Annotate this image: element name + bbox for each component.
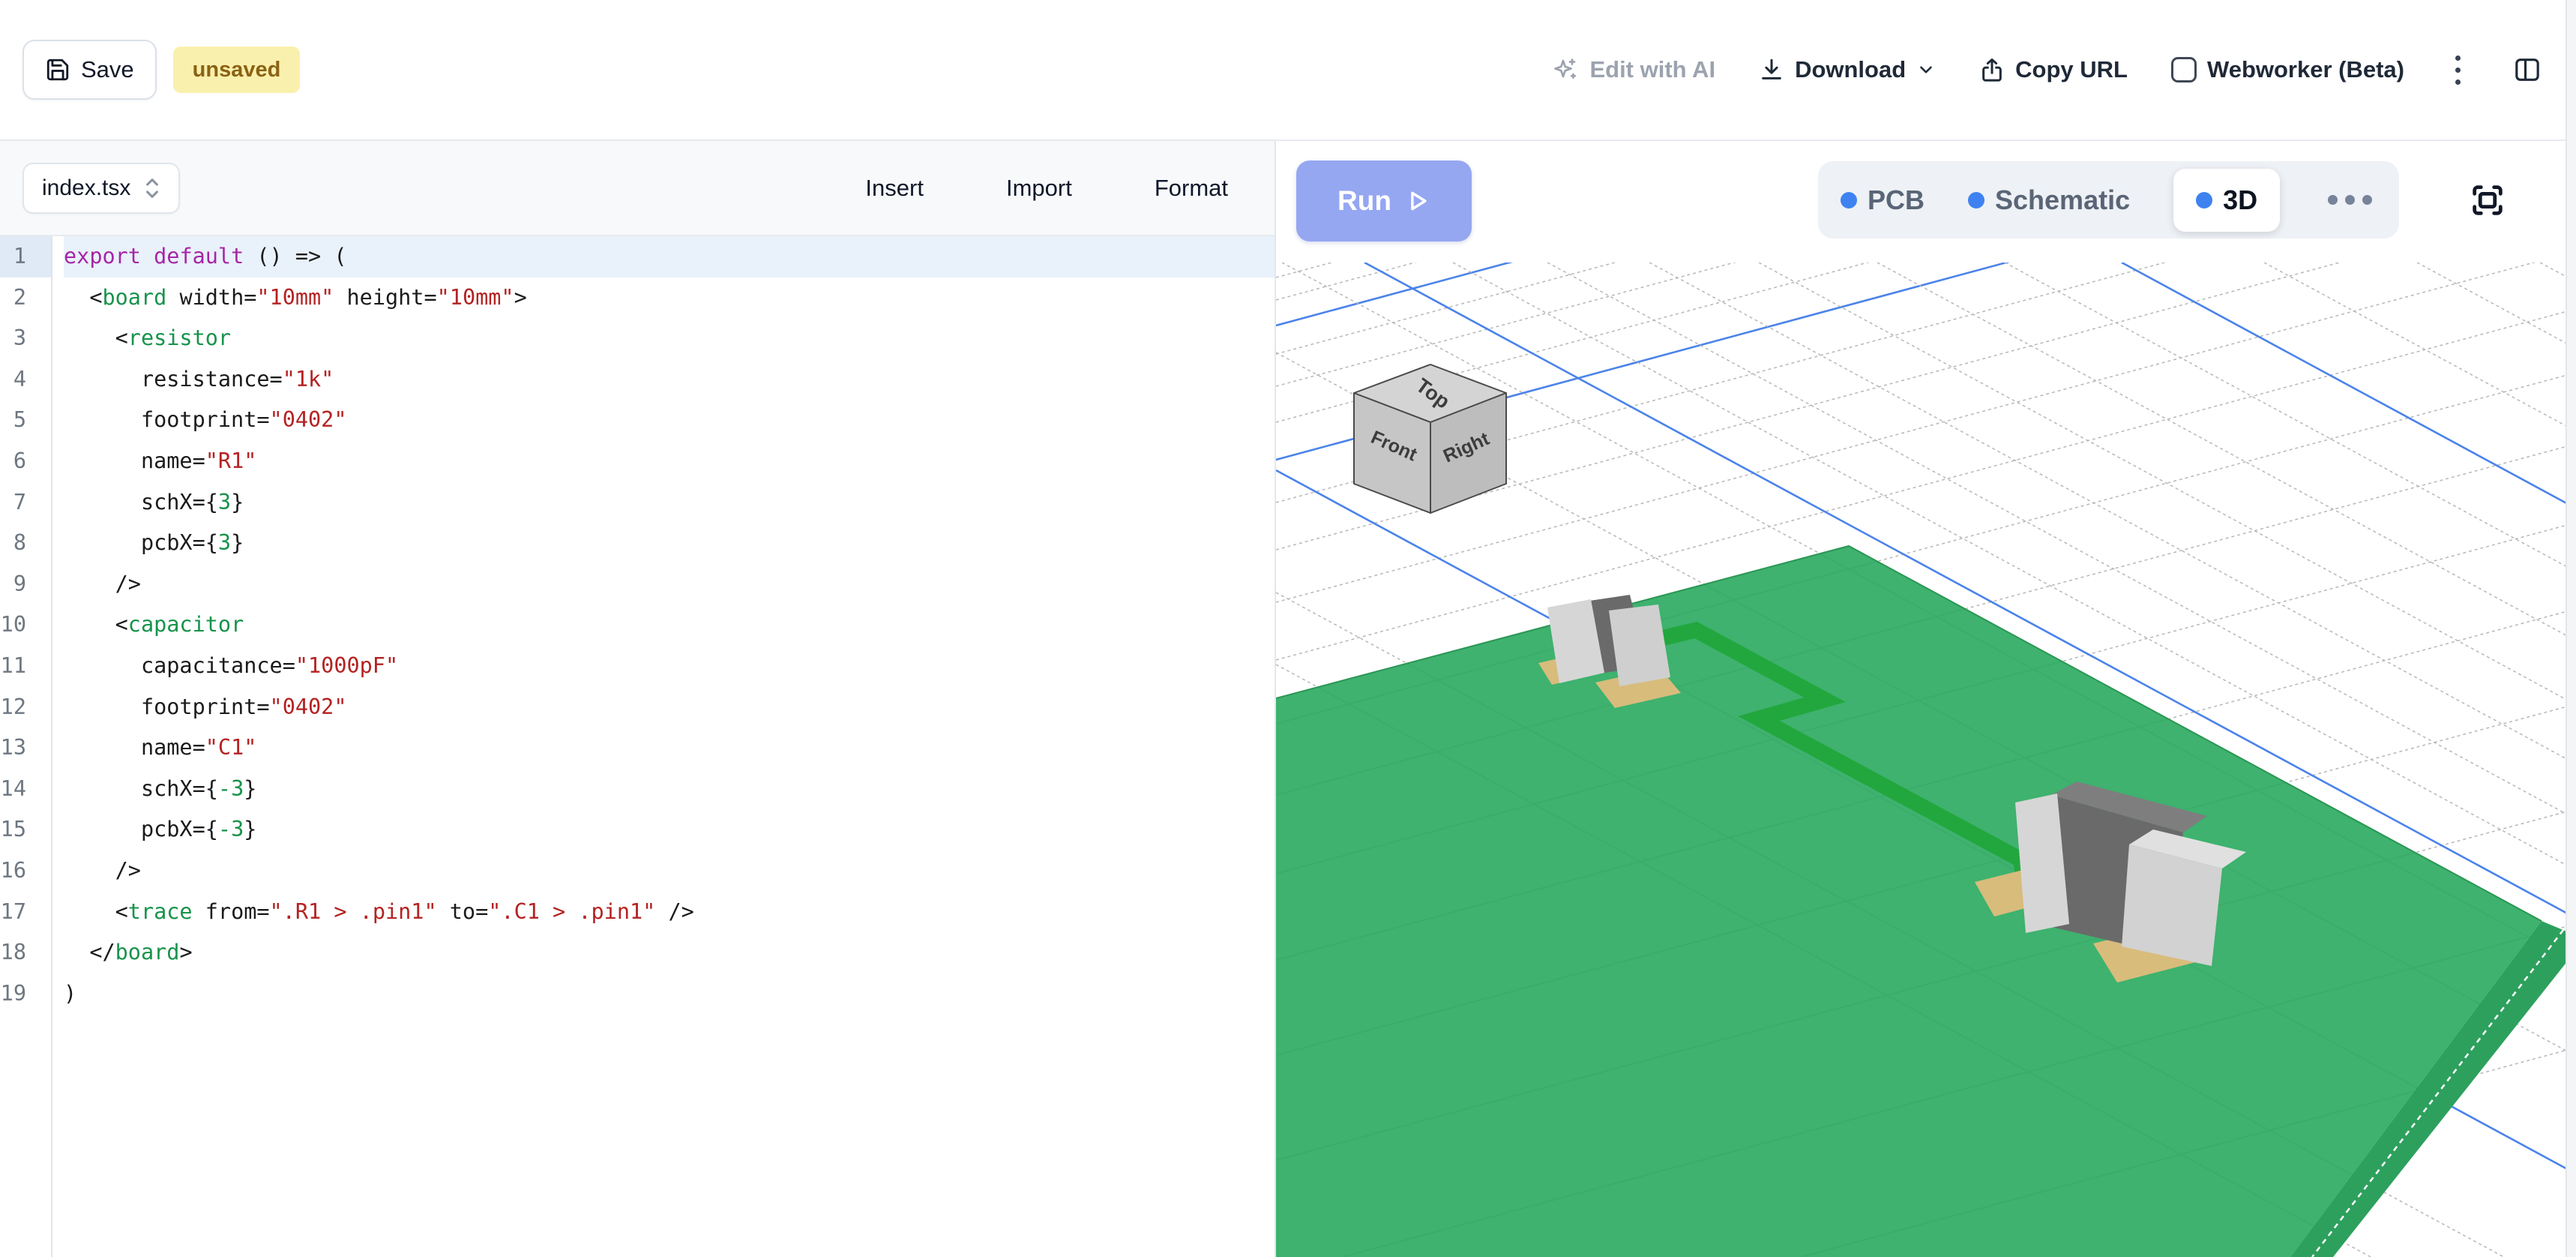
code-editor-panel: index.tsx Insert Import Format 123456789… [0, 141, 1275, 1257]
line-number-gutter: 12345678910111213141516171819 [0, 236, 52, 1257]
line-number: 3 [0, 318, 51, 359]
code-line: name="C1" [64, 728, 1275, 769]
chevron-down-icon [1916, 60, 1936, 80]
line-number: 13 [0, 728, 51, 769]
line-number: 11 [0, 646, 51, 687]
code-line: name="R1" [64, 441, 1275, 482]
line-number: 5 [0, 400, 51, 441]
line-number: 8 [0, 523, 51, 564]
tab-dot-icon [1968, 192, 1984, 208]
more-options-button[interactable] [2448, 56, 2468, 85]
copy-url-button[interactable]: Copy URL [1979, 56, 2128, 83]
tab-label: 3D [2223, 184, 2257, 216]
download-icon [1759, 57, 1784, 82]
run-button[interactable]: Run [1296, 160, 1472, 242]
code-line: pcbX={-3} [64, 809, 1275, 850]
line-number: 1 [0, 236, 51, 278]
download-button[interactable]: Download [1759, 56, 1936, 83]
code-line: capacitance="1000pF" [64, 646, 1275, 687]
format-button[interactable]: Format [1155, 175, 1228, 202]
line-number: 18 [0, 932, 51, 974]
import-button[interactable]: Import [1006, 175, 1072, 202]
editor-toolbar: index.tsx Insert Import Format [0, 141, 1275, 236]
line-number: 6 [0, 441, 51, 482]
tabs-more-button[interactable] [2323, 195, 2377, 205]
edit-with-ai-button[interactable]: Edit with AI [1552, 56, 1715, 83]
line-number: 15 [0, 809, 51, 850]
code-line: <trace from=".R1 > .pin1" to=".C1 > .pin… [64, 892, 1275, 933]
fullscreen-button[interactable] [2467, 180, 2509, 222]
insert-button[interactable]: Insert [865, 175, 924, 202]
tab-schematic[interactable]: Schematic [1968, 184, 2130, 216]
line-number: 4 [0, 359, 51, 400]
file-select[interactable]: index.tsx [22, 163, 180, 214]
view-tabs: PCB Schematic 3D [1818, 161, 2399, 238]
panel-toggle-icon[interactable] [2512, 55, 2543, 85]
line-number: 12 [0, 687, 51, 728]
code-line: schX={-3} [64, 769, 1275, 810]
save-button[interactable]: Save [22, 40, 157, 100]
preview-panel: Top Front Right Run PCB Schematic 3D [1276, 141, 2567, 1257]
tab-label: Schematic [1995, 184, 2130, 216]
tab-3d[interactable]: 3D [2173, 169, 2280, 232]
line-number: 16 [0, 850, 51, 892]
code-line: ) [64, 974, 1275, 1015]
webworker-toggle[interactable]: Webworker (Beta) [2171, 56, 2404, 83]
pcb-board [1276, 141, 2567, 1257]
code-line: <capacitor [64, 604, 1275, 646]
line-number: 17 [0, 892, 51, 933]
line-number: 14 [0, 769, 51, 810]
code-line: schX={3} [64, 482, 1275, 524]
code-line: /> [64, 850, 1275, 892]
code-line: <resistor [64, 318, 1275, 359]
line-number: 10 [0, 604, 51, 646]
unsaved-badge: unsaved [173, 46, 301, 93]
code-line: pcbX={3} [64, 523, 1275, 564]
scrollbar[interactable] [2566, 0, 2576, 1257]
webworker-checkbox[interactable] [2171, 57, 2197, 82]
board-top-face [1276, 546, 2542, 1257]
sparkles-icon [1552, 56, 1579, 83]
pcb-3d-viewport[interactable]: Top Front Right [1276, 141, 2567, 1257]
orientation-cube[interactable]: Top Front Right [1354, 364, 1506, 513]
line-number: 19 [0, 974, 51, 1015]
fullscreen-icon [2468, 181, 2507, 220]
code-line: export default () => ( [64, 236, 1275, 278]
code-editor[interactable]: 12345678910111213141516171819 export def… [0, 236, 1275, 1257]
save-icon [45, 57, 70, 82]
code-line: resistance="1k" [64, 359, 1275, 400]
file-name: index.tsx [42, 176, 130, 201]
code-line: <board width="10mm" height="10mm"> [64, 278, 1275, 319]
code-line: </board> [64, 932, 1275, 974]
line-number: 7 [0, 482, 51, 524]
code-line: footprint="0402" [64, 687, 1275, 728]
code-line: footprint="0402" [64, 400, 1275, 441]
tab-label: PCB [1868, 184, 1925, 216]
code-line: /> [64, 564, 1275, 605]
line-number: 9 [0, 564, 51, 605]
top-bar: Save unsaved Edit with AI Download C [0, 0, 2576, 141]
save-label: Save [81, 56, 134, 83]
tab-dot-icon [1841, 192, 1857, 208]
tab-pcb[interactable]: PCB [1841, 184, 1925, 216]
play-icon [1405, 188, 1430, 214]
code-lines: export default () => ( <board width="10m… [52, 236, 1275, 1257]
select-chevrons-icon [144, 176, 160, 201]
line-number: 2 [0, 278, 51, 319]
share-icon [1979, 57, 2005, 82]
tab-dot-icon [2196, 192, 2212, 208]
